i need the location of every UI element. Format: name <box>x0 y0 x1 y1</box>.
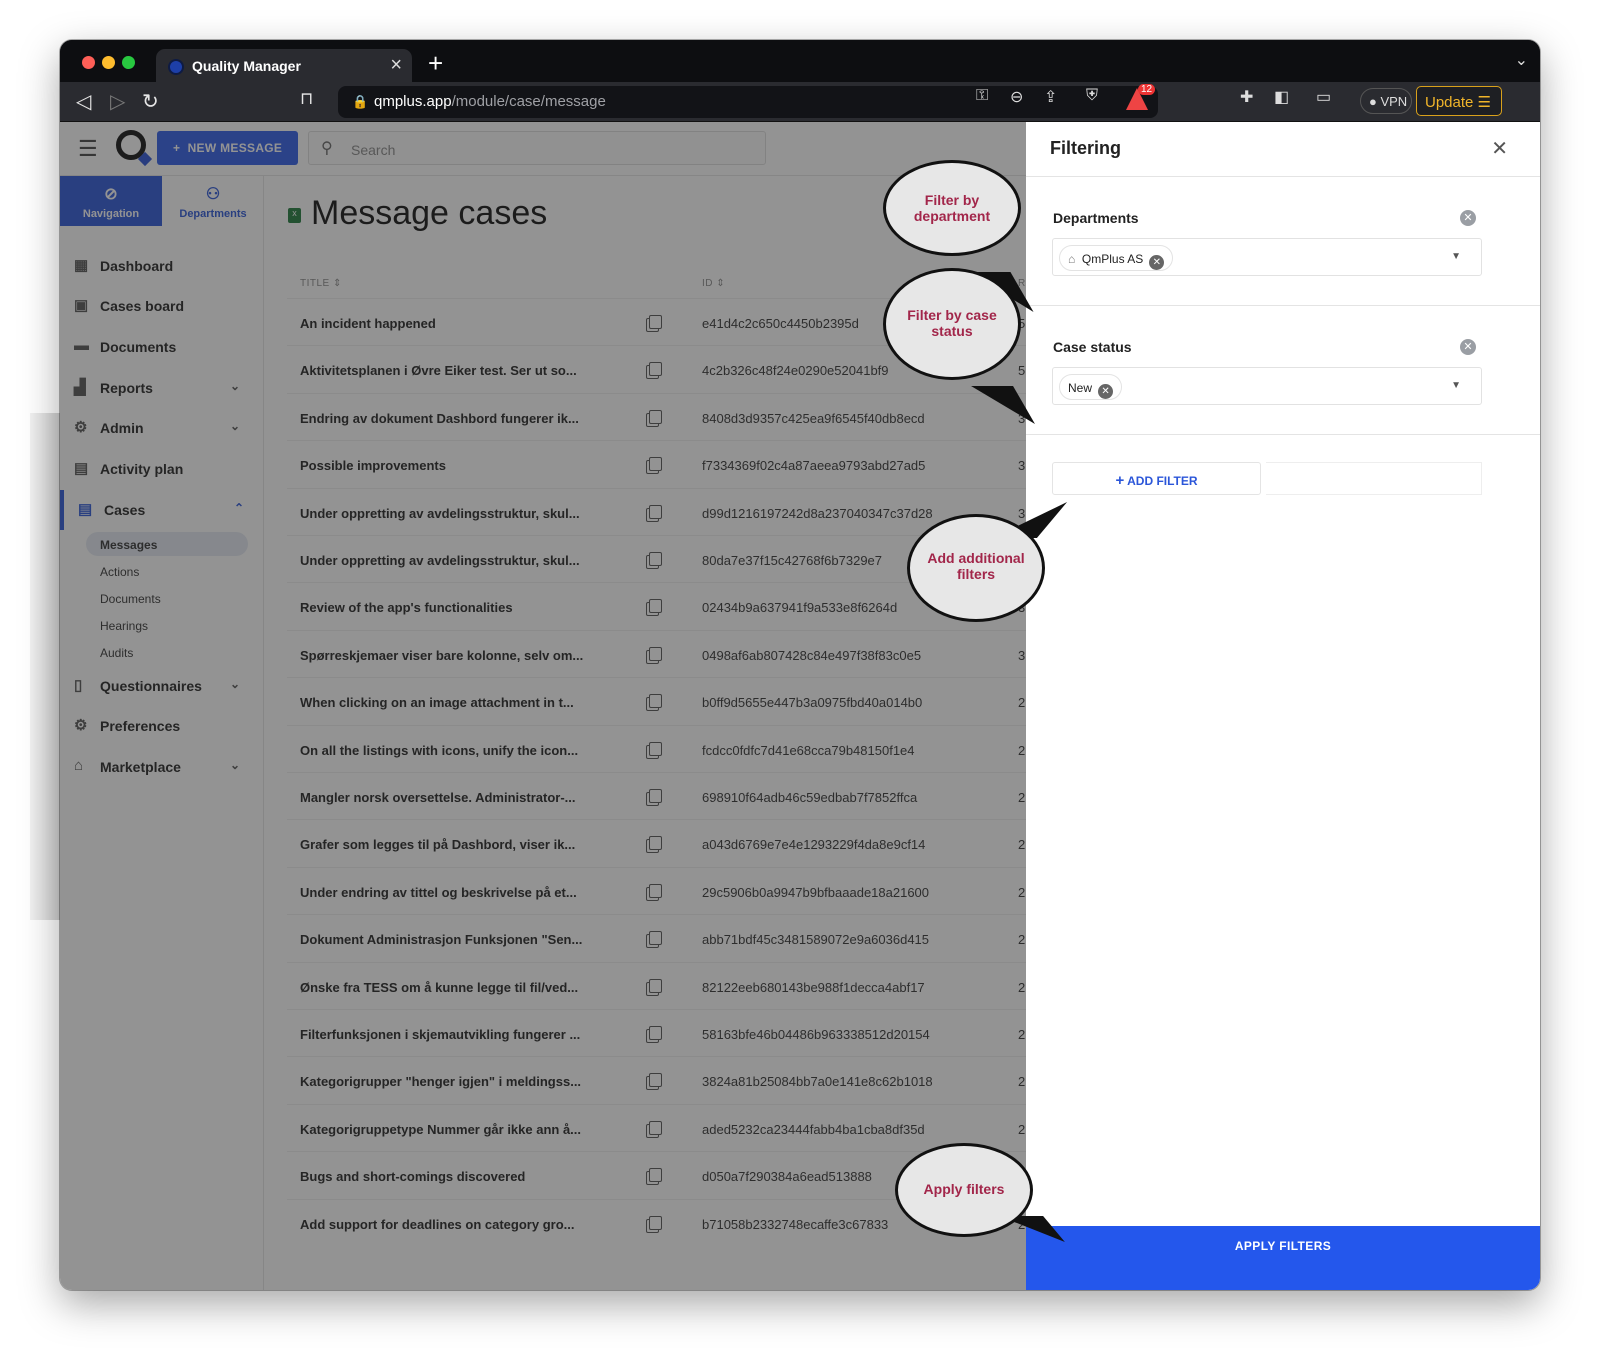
caret-down-icon: ▼ <box>1451 251 1461 262</box>
departments-label: Departments <box>1053 210 1139 226</box>
caret-down-icon: ▼ <box>1451 380 1461 391</box>
reload-icon[interactable]: ↻ <box>142 89 159 114</box>
case-status-select[interactable]: New ✕ ▼ <box>1052 367 1482 405</box>
remove-chip-icon[interactable]: ✕ <box>1098 384 1114 399</box>
close-icon[interactable]: ✕ <box>1491 136 1508 161</box>
plus-icon: + <box>1115 472 1125 489</box>
departments-filter-section: Departments ✕ ⌂ QmPlus AS ✕ ▼ <box>1026 176 1540 305</box>
url-text: qmplus.app/module/case/message <box>374 93 606 110</box>
update-button[interactable]: Update ☰ <box>1416 86 1502 116</box>
close-window-button[interactable] <box>82 56 95 69</box>
brave-shield-icon[interactable]: ⛨ <box>1086 87 1098 105</box>
chevron-down-icon[interactable]: ⌄ <box>1515 50 1528 70</box>
modal-overlay[interactable] <box>60 122 1026 1290</box>
share-icon[interactable]: ⇪ <box>1044 87 1057 107</box>
zoom-window-button[interactable] <box>122 56 135 69</box>
clear-departments-icon[interactable]: ✕ <box>1460 210 1476 226</box>
callout-filter-department: Filter by department <box>883 160 1021 256</box>
filter-panel-title: Filtering <box>1050 138 1121 158</box>
close-icon[interactable]: × <box>390 54 402 77</box>
case-status-chip: New ✕ <box>1059 374 1123 400</box>
new-tab-icon[interactable]: + <box>428 48 443 79</box>
sidebar-toggle-icon[interactable]: ◧ <box>1274 87 1289 107</box>
callout-apply-filters: Apply filters <box>895 1143 1033 1237</box>
browser-window: Quality Manager × + ⌄ ◁ ▷ ↻ ⊓ 🔒 qmplus.a… <box>60 40 1540 1290</box>
app-viewport: ☰ + NEW MESSAGE ⚲ Search ⊘ Navigation ⚇ … <box>60 122 1540 1290</box>
menu-icon: ☰ <box>1477 94 1491 111</box>
callout-add-filters: Add additional filters <box>907 514 1045 622</box>
remove-chip-icon[interactable]: ✕ <box>1149 255 1165 270</box>
tab-strip: Quality Manager × + ⌄ <box>60 40 1540 83</box>
update-label: Update <box>1425 94 1474 111</box>
callout-filter-status: Filter by case status <box>883 268 1021 380</box>
add-filter-button[interactable]: + ADD FILTER <box>1052 462 1261 495</box>
favicon-icon <box>168 59 184 75</box>
vpn-button[interactable]: ● VPN <box>1360 88 1412 114</box>
add-filter-area <box>1266 462 1482 495</box>
tab-title: Quality Manager <box>192 58 301 74</box>
department-chip: ⌂ QmPlus AS ✕ <box>1059 245 1174 271</box>
vpn-label: VPN <box>1380 94 1408 109</box>
apply-filters-button[interactable]: APPLY FILTERS <box>1026 1226 1540 1290</box>
home-icon: ⌂ <box>1068 252 1076 266</box>
minimize-window-button[interactable] <box>102 56 115 69</box>
section-divider <box>1026 434 1540 435</box>
case-status-chip-label: New <box>1068 381 1093 395</box>
departments-select[interactable]: ⌂ QmPlus AS ✕ ▼ <box>1052 238 1482 276</box>
url-field[interactable]: 🔒 qmplus.app/module/case/message <box>338 86 1158 118</box>
bookmark-icon[interactable]: ⊓ <box>300 89 313 109</box>
case-status-label: Case status <box>1053 339 1132 355</box>
window-shadow <box>30 413 62 920</box>
case-status-filter-section: Case status ✕ New ✕ ▼ <box>1026 305 1540 434</box>
key-icon[interactable]: ⚿ <box>976 87 988 105</box>
department-chip-label: QmPlus AS <box>1081 252 1144 266</box>
add-filter-label: ADD FILTER <box>1127 474 1198 488</box>
address-bar: ◁ ▷ ↻ ⊓ 🔒 qmplus.app/module/case/message… <box>60 82 1540 122</box>
clear-case-status-icon[interactable]: ✕ <box>1460 339 1476 355</box>
back-icon[interactable]: ◁ <box>76 89 91 114</box>
zoom-out-icon[interactable]: ⊖ <box>1010 87 1023 107</box>
rewards-badge: 12 <box>1138 84 1156 95</box>
browser-tab[interactable]: Quality Manager × <box>156 49 412 83</box>
extensions-icon[interactable]: ✚ <box>1240 87 1253 107</box>
wallet-icon[interactable]: ▭ <box>1316 87 1331 107</box>
lock-icon: 🔒 <box>352 94 369 109</box>
forward-icon[interactable]: ▷ <box>110 89 125 114</box>
filter-panel: Filtering ✕ Departments ✕ ⌂ QmPlus AS ✕ ▼… <box>1026 122 1540 1290</box>
